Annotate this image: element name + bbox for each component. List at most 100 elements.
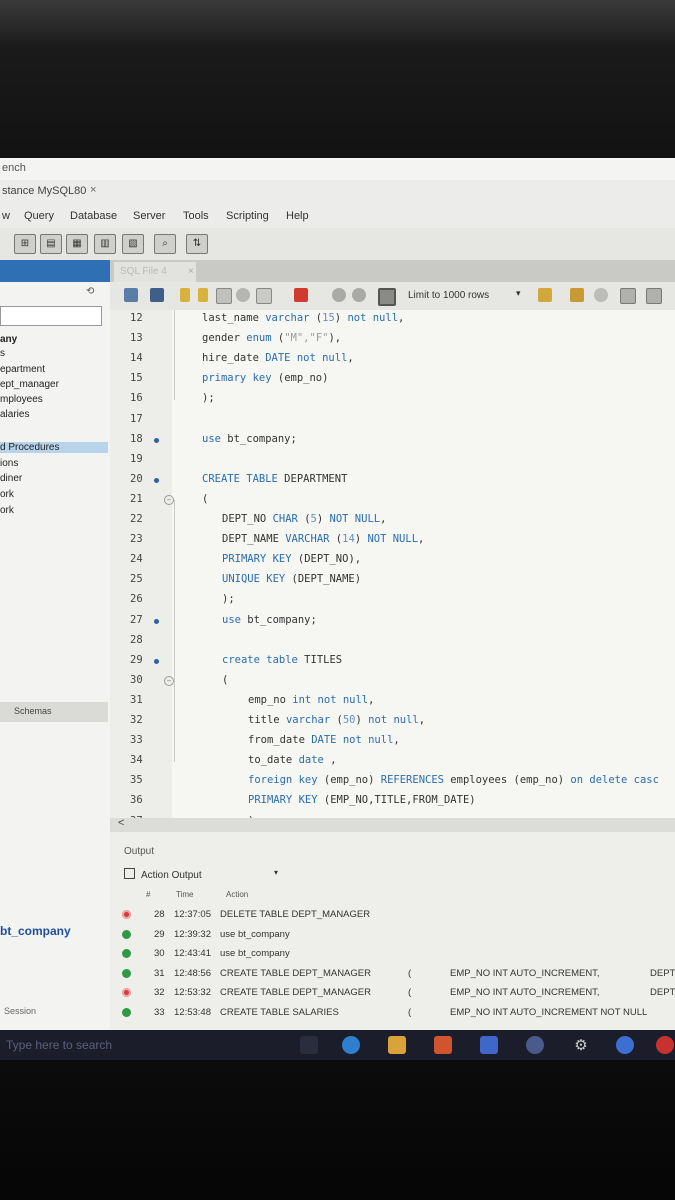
output-cell-c3: EMP_NO INT AUTO_INCREMENT, <box>450 987 600 999</box>
code-line[interactable]: 30 − ( <box>110 672 675 692</box>
output-row[interactable]: 30 12:43:41 use bt_company <box>110 945 675 963</box>
schema-tree-item[interactable]: ions <box>0 458 18 469</box>
output-row[interactable]: 31 12:48:56 CREATE TABLE DEPT_MANAGER (EMP_… <box>110 965 675 983</box>
opera-icon[interactable] <box>656 1036 674 1054</box>
chevron-down-icon[interactable]: ▾ <box>274 868 278 877</box>
menu-query[interactable]: Query <box>24 210 54 222</box>
schema-tree-item[interactable]: s <box>0 348 5 359</box>
reconnect-icon[interactable]: ⇅ <box>186 234 208 254</box>
code-line[interactable]: 34 to_date date , <box>110 752 675 772</box>
schema-tree-item[interactable]: ork <box>0 489 14 500</box>
connection-tab-close-icon[interactable]: × <box>90 184 96 196</box>
menu-scripting[interactable]: Scripting <box>226 210 269 222</box>
output-row[interactable]: 33 12:53:48 CREATE TABLE SALARIES (EMP_NO I… <box>110 1004 675 1022</box>
execute-icon[interactable] <box>180 288 190 302</box>
schema-tree-item[interactable]: epartment <box>0 364 45 375</box>
code-line[interactable]: 14 hire_date DATE not null, <box>110 350 675 370</box>
sql-editor[interactable]: 12 last_name varchar (15) not null, 13 gend… <box>110 310 675 818</box>
schema-filter-input[interactable] <box>0 306 102 326</box>
file-explorer-icon[interactable] <box>388 1036 406 1054</box>
wrap-lines-icon[interactable] <box>646 288 662 304</box>
menu-tools[interactable]: Tools <box>183 210 209 222</box>
code-line[interactable]: 15 primary key (emp_no) <box>110 370 675 390</box>
chrome-icon[interactable] <box>616 1036 634 1054</box>
menu-help[interactable]: Help <box>286 210 309 222</box>
menu-server[interactable]: Server <box>133 210 165 222</box>
save-icon[interactable] <box>150 288 164 302</box>
code-line[interactable]: 16); <box>110 390 675 410</box>
toggle-continue-icon[interactable] <box>256 288 272 304</box>
fold-toggle-icon[interactable]: − <box>164 494 174 505</box>
view-icon[interactable]: ▥ <box>94 234 116 254</box>
edge-browser-icon[interactable] <box>342 1036 360 1054</box>
code-line[interactable]: 31 emp_no int not null, <box>110 692 675 712</box>
new-connection-icon[interactable]: ⊞ <box>14 234 36 254</box>
code-line[interactable]: 26); <box>110 591 675 611</box>
code-line[interactable]: 28 <box>110 632 675 652</box>
schema-tree-item[interactable]: any <box>0 334 17 345</box>
find-icon[interactable] <box>570 288 584 302</box>
execute-current-icon[interactable] <box>198 288 208 302</box>
code-line[interactable]: 27 use bt_company; <box>110 612 675 632</box>
autocommit-icon[interactable] <box>352 288 366 302</box>
rollback-icon[interactable] <box>332 288 346 302</box>
settings-gear-icon[interactable]: ⚙ <box>572 1036 590 1054</box>
table-icon[interactable]: ▦ <box>66 234 88 254</box>
procedure-icon[interactable]: ▧ <box>122 234 144 254</box>
invisible-chars-icon[interactable] <box>620 288 636 304</box>
search-table-icon[interactable]: ⌕ <box>154 234 176 254</box>
code-line[interactable]: 13 gender enum ("M","F"), <box>110 330 675 350</box>
code-line[interactable]: 21 − ( <box>110 491 675 511</box>
schemas-tab[interactable]: Schemas <box>0 702 108 722</box>
open-sql-icon[interactable]: ▤ <box>40 234 62 254</box>
schema-tree-item[interactable]: mployees <box>0 394 43 405</box>
limit-rows-select[interactable]: Limit to 1000 rows <box>408 287 520 305</box>
code-line[interactable]: 20 CREATE TABLE DEPARTMENT <box>110 471 675 491</box>
open-file-icon[interactable] <box>124 288 138 302</box>
code-line[interactable]: 25 UNIQUE KEY (DEPT_NAME) <box>110 571 675 591</box>
code-line[interactable]: 19 <box>110 451 675 471</box>
output-row[interactable]: 29 12:39:32 use bt_company <box>110 926 675 944</box>
code-line[interactable]: 35 foreign key (emp_no) REFERENCES employ… <box>110 772 675 792</box>
output-row[interactable]: 32 12:53:32 CREATE TABLE DEPT_MANAGER (EMP_… <box>110 984 675 1002</box>
code-line[interactable]: 18 use bt_company; <box>110 431 675 451</box>
menu-database[interactable]: Database <box>70 210 117 222</box>
horizontal-scrollbar[interactable]: < <box>110 817 675 832</box>
code-line[interactable]: 29 create table TITLES <box>110 652 675 672</box>
output-mode-select[interactable]: Action Output ▾ <box>124 868 278 881</box>
fold-toggle-icon[interactable]: − <box>164 675 174 686</box>
explain-icon[interactable] <box>216 288 232 304</box>
task-view-icon[interactable] <box>300 1036 318 1054</box>
session-tab[interactable]: Session <box>4 1006 36 1016</box>
code-line[interactable]: 17 <box>110 411 675 431</box>
chart-app-icon[interactable] <box>434 1036 452 1054</box>
stop-icon[interactable] <box>236 288 250 302</box>
menu-view[interactable]: w <box>2 210 10 222</box>
commit-icon[interactable] <box>294 288 308 302</box>
output-row[interactable]: 28 12:37:05 DELETE TABLE DEPT_MANAGER <box>110 906 675 924</box>
schema-tree-item[interactable]: diner <box>0 473 22 484</box>
connection-tab[interactable]: stance MySQL80 <box>2 185 86 197</box>
taskbar-search-input[interactable]: Type here to search <box>6 1038 112 1052</box>
code-line[interactable]: 12 last_name varchar (15) not null, <box>110 310 675 330</box>
schema-tree-item[interactable]: ork <box>0 505 14 516</box>
toggle-output-icon[interactable] <box>378 288 396 306</box>
chevron-down-icon[interactable]: ▾ <box>516 288 521 299</box>
code-line[interactable]: 33 from_date DATE not null, <box>110 732 675 752</box>
refresh-icon[interactable]: ⟲ <box>86 286 94 297</box>
scroll-left-icon[interactable]: < <box>118 817 124 829</box>
sql-file-tab[interactable]: SQL File 4 × <box>114 262 196 282</box>
code-line[interactable]: 24 PRIMARY KEY (DEPT_NO), <box>110 551 675 571</box>
sql-tab-close-icon[interactable]: × <box>188 262 194 282</box>
code-line[interactable]: 32 title varchar (50) not null, <box>110 712 675 732</box>
workbench-taskbar-icon[interactable] <box>526 1036 544 1054</box>
schema-tree-item[interactable]: alaries <box>0 409 29 420</box>
code-line[interactable]: 22 DEPT_NO CHAR (5) NOT NULL, <box>110 511 675 531</box>
search-icon[interactable] <box>594 288 608 302</box>
code-line[interactable]: 36 PRIMARY KEY (EMP_NO,TITLE,FROM_DATE) <box>110 792 675 812</box>
schema-tree-item-stored-procedures[interactable]: d Procedures <box>0 442 108 453</box>
mail-icon[interactable] <box>480 1036 498 1054</box>
schema-tree-item[interactable]: ept_manager <box>0 379 59 390</box>
code-line[interactable]: 23 DEPT_NAME VARCHAR (14) NOT NULL, <box>110 531 675 551</box>
beautify-icon[interactable] <box>538 288 552 302</box>
